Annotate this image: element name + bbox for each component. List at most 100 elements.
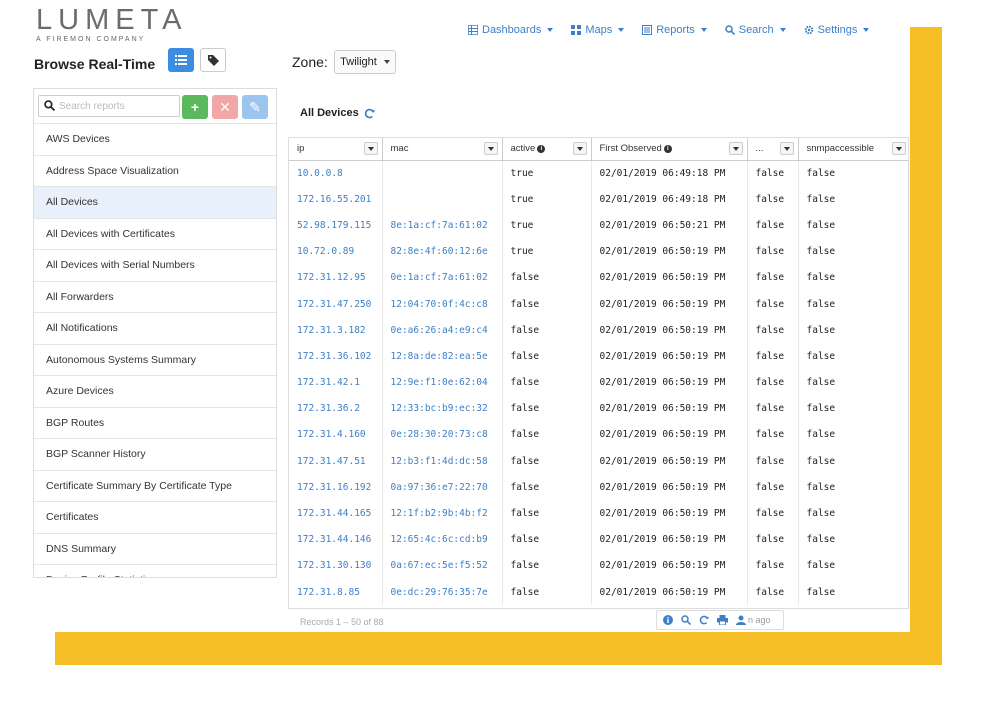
table-row[interactable]: 10.72.0.89 82:8e:4f:60:12:6e true 02/01/201… [289, 238, 908, 265]
mac-cell[interactable]: 82:8e:4f:60:12:6e [382, 238, 503, 265]
refresh-icon[interactable] [364, 108, 375, 119]
table-row[interactable]: 172.31.47.250 12:04:70:0f:4c:c8 false 02/01… [289, 290, 908, 318]
mac-cell[interactable]: 12:33:bc:b9:ec:32 [382, 395, 503, 422]
column-menu-button[interactable] [572, 142, 587, 155]
mac-cell[interactable]: 12:8a:de:82:ea:5e [382, 343, 503, 370]
list-view-button[interactable] [168, 48, 194, 72]
chevron-down-icon [618, 28, 625, 32]
nav-dashboards[interactable]: Dashboards [468, 24, 554, 36]
ip-cell[interactable]: 172.31.30.130 [289, 552, 383, 579]
mac-cell[interactable]: 0e:a6:26:a4:e9:c4 [382, 317, 503, 344]
table-row[interactable]: 172.31.16.192 0a:97:36:e7:22:70 false 02/01… [289, 474, 908, 501]
mac-cell[interactable]: 12:1f:b2:9b:4b:f2 [382, 500, 503, 527]
mac-cell[interactable]: 0e:1a:cf:7a:61:02 [382, 264, 503, 291]
mac-cell[interactable]: 0a:67:ec:5e:f5:52 [382, 552, 503, 579]
nav-reports[interactable]: Reports [642, 24, 707, 36]
mac-cell[interactable]: 12:65:4c:6c:cd:b9 [382, 526, 503, 553]
ip-cell[interactable]: 172.31.44.165 [289, 500, 383, 527]
table-row[interactable]: 172.16.55.201 true 02/01/2019 06:49:18 PM f… [289, 186, 908, 213]
report-list-item[interactable]: Device Profile Statistics [34, 564, 276, 577]
table-row[interactable]: 172.31.3.182 0e:a6:26:a4:e9:c4 false 02/01/… [289, 317, 908, 344]
add-report-button[interactable]: + [182, 95, 208, 119]
ip-cell[interactable]: 172.31.36.2 [289, 395, 383, 422]
ip-cell[interactable]: 172.31.47.51 [289, 448, 383, 475]
mac-cell[interactable] [382, 160, 503, 187]
column-header-mac[interactable]: mac [382, 138, 503, 161]
table-row[interactable]: 52.98.179.115 8e:1a:cf:7a:61:02 true 02/01/… [289, 212, 908, 239]
report-list-item[interactable]: BGP Routes [34, 406, 276, 439]
mac-cell[interactable]: 0e:dc:29:76:35:7e [382, 579, 503, 606]
ip-cell[interactable]: 172.31.16.192 [289, 474, 383, 501]
top-navbar: Dashboards Maps Reports Search Settings [468, 24, 870, 36]
report-list-item[interactable]: Autonomous Systems Summary [34, 343, 276, 376]
column-menu-button[interactable] [728, 142, 743, 155]
mac-cell[interactable]: 12:b3:f1:4d:dc:58 [382, 448, 503, 475]
table-row[interactable]: 172.31.30.130 0a:67:ec:5e:f5:52 false 02/01… [289, 552, 908, 579]
table-row[interactable]: 172.31.4.160 0e:28:30:20:73:c8 false 02/01/… [289, 421, 908, 449]
column-header-ip[interactable]: ip [289, 138, 383, 161]
delete-report-button[interactable]: ✕ [212, 95, 238, 119]
nav-maps[interactable]: Maps [571, 24, 625, 36]
ip-cell[interactable]: 172.31.36.102 [289, 343, 383, 370]
column-menu-button[interactable] [363, 142, 378, 155]
ip-cell[interactable]: 172.31.8.85 [289, 579, 383, 606]
ip-cell[interactable]: 172.16.55.201 [289, 186, 383, 213]
ip-cell[interactable]: 172.31.44.146 [289, 526, 383, 553]
column-header-truncated[interactable]: ... [747, 138, 799, 161]
user-icon[interactable] [736, 615, 746, 625]
refresh-icon[interactable] [699, 615, 709, 625]
table-row[interactable]: 172.31.47.51 12:b3:f1:4d:dc:58 false 02/01/… [289, 448, 908, 475]
ip-cell[interactable]: 10.72.0.89 [289, 238, 383, 265]
column-header-snmpaccessible[interactable]: snmpaccessible [798, 138, 908, 161]
zone-select[interactable]: Twilight [334, 50, 396, 74]
ip-cell[interactable]: 172.31.12.95 [289, 264, 383, 291]
report-list-item[interactable]: All Devices with Serial Numbers [34, 249, 276, 281]
zoom-icon[interactable] [681, 615, 691, 625]
mac-cell[interactable]: 8e:1a:cf:7a:61:02 [382, 212, 503, 239]
mac-cell[interactable]: 0e:28:30:20:73:c8 [382, 421, 503, 449]
mac-cell[interactable]: 12:9e:f1:0e:62:04 [382, 369, 503, 396]
report-list-item-selected[interactable]: All Devices [34, 186, 276, 218]
table-row[interactable]: 172.31.36.102 12:8a:de:82:ea:5e false 02/01… [289, 343, 908, 370]
report-list-item[interactable]: DNS Summary [34, 532, 276, 565]
report-list-item[interactable]: All Notifications [34, 312, 276, 344]
ip-cell[interactable]: 10.0.0.8 [289, 160, 383, 187]
report-list-item[interactable]: Certificates [34, 501, 276, 533]
nav-settings[interactable]: Settings [804, 24, 870, 36]
report-search-input[interactable]: Search reports [38, 95, 180, 117]
report-list-item[interactable]: All Forwarders [34, 280, 276, 313]
column-header-active[interactable]: active i [502, 138, 592, 161]
report-list-item[interactable]: BGP Scanner History [34, 438, 276, 470]
column-menu-button[interactable] [483, 142, 498, 155]
ip-cell[interactable]: 172.31.42.1 [289, 369, 383, 396]
mac-cell[interactable] [382, 186, 503, 213]
column-menu-button[interactable] [891, 142, 906, 155]
report-list-item[interactable]: Azure Devices [34, 375, 276, 407]
print-icon[interactable] [717, 615, 728, 625]
mac-cell[interactable]: 12:04:70:0f:4c:c8 [382, 290, 503, 318]
report-list-item[interactable]: Certificate Summary By Certificate Type [34, 469, 276, 502]
nav-search[interactable]: Search [725, 24, 786, 36]
table-row[interactable]: 172.31.8.85 0e:dc:29:76:35:7e false 02/01/2… [289, 579, 908, 606]
table-row[interactable]: 172.31.12.95 0e:1a:cf:7a:61:02 false 02/01/… [289, 264, 908, 291]
table-row[interactable]: 172.31.42.1 12:9e:f1:0e:62:04 false 02/01/2… [289, 369, 908, 396]
report-list-item[interactable]: AWS Devices [34, 123, 276, 155]
mac-cell[interactable]: 0a:97:36:e7:22:70 [382, 474, 503, 501]
edit-report-button[interactable]: ✎ [242, 95, 268, 119]
snmpaccessible-cell: false [798, 421, 908, 449]
first-observed-cell: 02/01/2019 06:50:19 PM [591, 526, 748, 553]
ip-cell[interactable]: 172.31.3.182 [289, 317, 383, 344]
table-row[interactable]: 172.31.44.146 12:65:4c:6c:cd:b9 false 02/01… [289, 526, 908, 553]
table-row[interactable]: 10.0.0.8 true 02/01/2019 06:49:18 PM false f… [289, 160, 908, 187]
report-list-item[interactable]: Address Space Visualization [34, 154, 276, 187]
table-row[interactable]: 172.31.44.165 12:1f:b2:9b:4b:f2 false 02/01… [289, 500, 908, 527]
report-list-item[interactable]: All Devices with Certificates [34, 217, 276, 250]
table-row[interactable]: 172.31.36.2 12:33:bc:b9:ec:32 false 02/01/2… [289, 395, 908, 422]
info-icon[interactable] [663, 615, 673, 625]
tag-view-button[interactable] [200, 48, 226, 72]
column-header-first-observed[interactable]: First Observed i [591, 138, 748, 161]
ip-cell[interactable]: 172.31.4.160 [289, 421, 383, 449]
ip-cell[interactable]: 172.31.47.250 [289, 290, 383, 318]
column-menu-button[interactable] [779, 142, 794, 155]
ip-cell[interactable]: 52.98.179.115 [289, 212, 383, 239]
